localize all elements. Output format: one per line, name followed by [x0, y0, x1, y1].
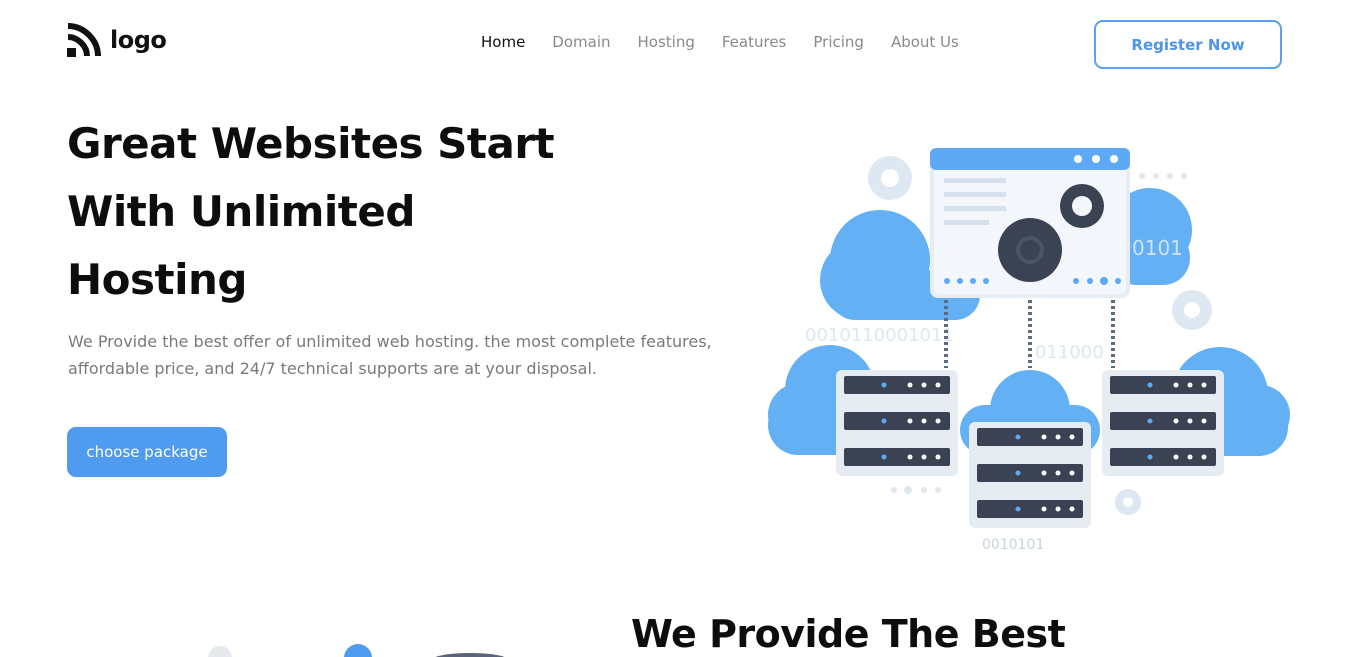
- binary-text: 011000: [1035, 342, 1104, 363]
- nav-features[interactable]: Features: [722, 33, 787, 51]
- register-now-button[interactable]: Register Now: [1094, 20, 1282, 69]
- nav-domain[interactable]: Domain: [552, 33, 610, 51]
- main-nav: Home Domain Hosting Features Pricing Abo…: [481, 33, 959, 51]
- nav-about-us[interactable]: About Us: [891, 33, 959, 51]
- binary-text: 0010110001011: [805, 325, 954, 346]
- cloud-hosting-illustration: 0101 0010110001011 011000 0010101: [768, 148, 1290, 553]
- section-title: We Provide The Best: [631, 612, 1066, 656]
- server-rack-center: [969, 422, 1091, 528]
- logo-text: logo: [110, 26, 167, 54]
- hero-title-line-1: Great Websites Start: [67, 119, 555, 168]
- header: logo Home Domain Hosting Features Pricin…: [0, 0, 1349, 90]
- hero-title: Great Websites Start With Unlimited Host…: [67, 110, 627, 314]
- binary-text: 0010101: [982, 537, 1044, 553]
- gear-icon: [1172, 290, 1212, 330]
- nav-pricing[interactable]: Pricing: [813, 33, 864, 51]
- logo[interactable]: logo: [66, 22, 167, 58]
- gear-icon: [344, 644, 372, 657]
- nav-hosting[interactable]: Hosting: [638, 33, 695, 51]
- server-rack-right: [1102, 370, 1224, 476]
- section-illustration-partial: [208, 644, 505, 657]
- gear-icon: [868, 156, 912, 200]
- binary-text: 0101: [1132, 236, 1183, 260]
- gear-icon: [1115, 489, 1141, 515]
- server-rack-left: [836, 370, 958, 476]
- nav-home[interactable]: Home: [481, 33, 525, 51]
- choose-package-button[interactable]: choose package: [67, 427, 227, 477]
- hero-description: We Provide the best offer of unlimited w…: [68, 332, 712, 378]
- logo-icon: [67, 23, 101, 57]
- hero-title-line-2: With Unlimited: [67, 187, 415, 236]
- browser-window: [930, 148, 1130, 298]
- hero-title-line-3: Hosting: [67, 255, 247, 304]
